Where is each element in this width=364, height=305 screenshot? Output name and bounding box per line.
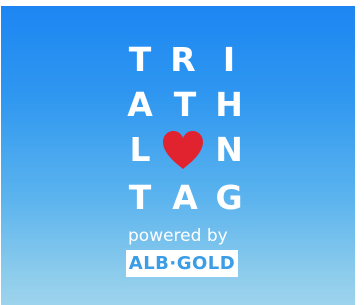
logo-letter: N: [215, 130, 243, 169]
sponsor-logo: ALB·GOLD: [126, 250, 238, 277]
logo-letter: L: [129, 130, 151, 169]
promo-banner: T R I A T H L N T A G powered by ALB·GOL…: [0, 0, 364, 305]
heart-icon: [163, 131, 203, 169]
logo-letter: R: [170, 40, 196, 79]
powered-by-label: powered by: [128, 226, 228, 246]
logo-letter: G: [215, 178, 243, 217]
logo-letter: T: [128, 178, 152, 217]
logo-letter: I: [222, 40, 236, 79]
logo-letter: T: [128, 40, 152, 79]
logo-letter: A: [127, 85, 153, 124]
logo-letter: A: [172, 178, 198, 217]
logo-letter: H: [215, 85, 243, 124]
logo-letter: T: [173, 85, 197, 124]
triathlon-logo: T R I A T H L N T A G powered by ALB·GOL…: [0, 0, 364, 305]
